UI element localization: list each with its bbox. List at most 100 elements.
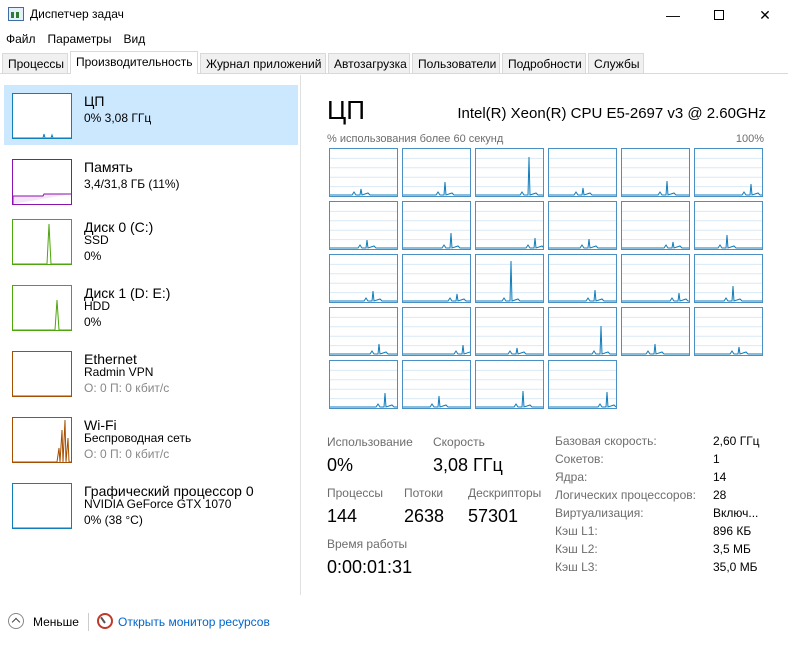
sidebar-item-value: 0%	[84, 315, 102, 329]
sidebar-item-disk-1[interactable]: Диск 1 (D: E:) HDD 0%	[4, 277, 298, 337]
tab-performance[interactable]: Производительность	[70, 51, 198, 74]
cpu-info-value: 2,60 ГГц	[713, 434, 760, 448]
speed-value: 3,08 ГГц	[433, 455, 503, 475]
window-title: Диспетчер задач	[30, 7, 124, 21]
sidebar-item-gpu-0[interactable]: Графический процессор 0 NVIDIA GeForce GT…	[4, 475, 298, 535]
cpu-info-value: 1	[713, 452, 720, 466]
cpu-info-label: Кэш L3:	[555, 560, 598, 574]
cpu-core-graph	[329, 307, 398, 356]
cpu-core-graph	[694, 148, 763, 197]
threads-label: Потоки	[404, 486, 444, 500]
resource-monitor-icon[interactable]	[97, 613, 113, 629]
cpu-core-graph	[621, 148, 690, 197]
tab-app-history[interactable]: Журнал приложений	[200, 53, 326, 73]
tab-processes[interactable]: Процессы	[2, 53, 68, 73]
tab-bar: Процессы Производительность Журнал прило…	[0, 51, 788, 74]
cpu-core-graph	[402, 254, 471, 303]
cpu-info-label: Виртуализация:	[555, 506, 644, 520]
sidebar-item-value: О: 0 П: 0 кбит/с	[84, 381, 170, 395]
open-resource-monitor-link[interactable]: Открыть монитор ресурсов	[118, 615, 270, 629]
graph-caption: % использования более 60 секунд	[327, 133, 504, 145]
sidebar-item-detail: HDD	[84, 299, 110, 313]
tab-services[interactable]: Службы	[588, 53, 644, 73]
sidebar-item-ethernet[interactable]: Ethernet Radmin VPN О: 0 П: 0 кбит/с	[4, 343, 298, 403]
tab-details[interactable]: Подробности	[502, 53, 586, 73]
cpu-core-graph	[475, 360, 544, 409]
cpu-core-graph	[621, 254, 690, 303]
sidebar-item-title: ЦП	[84, 93, 105, 109]
cpu-core-graph	[694, 201, 763, 250]
cpu-info-label: Логических процессоров:	[555, 488, 696, 502]
memory-graph-icon	[12, 159, 72, 205]
minimize-button[interactable]: —	[650, 0, 696, 30]
cpu-core-graph	[621, 201, 690, 250]
cpu-info-value: 14	[713, 470, 727, 484]
sidebar-item-title: Память	[84, 159, 133, 175]
sidebar-item-wifi[interactable]: Wi-Fi Беспроводная сеть О: 0 П: 0 кбит/с	[4, 409, 298, 469]
task-manager-icon	[8, 7, 24, 21]
cpu-info-label: Кэш L2:	[555, 542, 598, 556]
cpu-core-graph	[621, 307, 690, 356]
footer: Меньше Открыть монитор ресурсов	[0, 600, 788, 647]
menu-bar: Файл Параметры Вид	[0, 30, 151, 50]
cpu-core-graph	[329, 148, 398, 197]
processes-value: 144	[327, 506, 358, 526]
close-button[interactable]: ✕	[742, 0, 788, 30]
cpu-core-graph	[475, 201, 544, 250]
cpu-core-graph	[402, 307, 471, 356]
page-title: ЦП	[327, 95, 365, 125]
chevron-up-icon[interactable]	[8, 613, 24, 629]
cpu-core-graph	[475, 148, 544, 197]
sidebar-item-value: 0% (38 °C)	[84, 513, 143, 527]
processes-label: Процессы	[327, 486, 384, 500]
menu-file[interactable]: Файл	[0, 30, 42, 50]
sidebar-item-value: 0%	[84, 249, 102, 263]
sidebar-item-disk-0[interactable]: Диск 0 (C:) SSD 0%	[4, 211, 298, 271]
usage-value: 0%	[327, 455, 354, 475]
network-graph-icon	[12, 351, 72, 397]
fewer-details-button[interactable]: Меньше	[33, 615, 79, 629]
uptime-value: 0:00:01:31	[327, 557, 413, 577]
cpu-info-label: Базовая скорость:	[555, 434, 657, 448]
tab-startup[interactable]: Автозагрузка	[328, 53, 410, 73]
tab-users[interactable]: Пользователи	[412, 53, 500, 73]
menu-view[interactable]: Вид	[117, 30, 151, 50]
threads-value: 2638	[404, 506, 445, 526]
cpu-core-graph	[548, 360, 617, 409]
sidebar-item-detail: SSD	[84, 233, 109, 247]
cpu-core-graph	[329, 254, 398, 303]
cpu-details-panel: ЦП Intel(R) Xeon(R) CPU E5-2697 v3 @ 2.6…	[301, 75, 788, 595]
cpu-model-name: Intel(R) Xeon(R) CPU E5-2697 v3 @ 2.60GH…	[457, 105, 766, 122]
cpu-core-graph	[694, 254, 763, 303]
sidebar-item-detail: 0% 3,08 ГГц	[84, 111, 152, 125]
speed-label: Скорость	[433, 435, 485, 449]
menu-options[interactable]: Параметры	[42, 30, 118, 50]
sidebar-item-detail: 3,4/31,8 ГБ (11%)	[84, 177, 180, 191]
resource-sidebar: ЦП 0% 3,08 ГГц Память 3,4/31,8 ГБ (11%) Диск…	[0, 75, 300, 595]
maximize-button[interactable]	[696, 0, 742, 30]
cpu-core-graph	[475, 307, 544, 356]
cpu-core-graph	[402, 201, 471, 250]
cpu-core-graph	[548, 254, 617, 303]
cpu-info-label: Кэш L1:	[555, 524, 598, 538]
cpu-core-graph	[402, 360, 471, 409]
cpu-info-label: Сокетов:	[555, 452, 604, 466]
disk-graph-icon	[12, 285, 72, 331]
footer-divider	[88, 613, 89, 631]
cpu-info-value: 35,0 МБ	[713, 560, 758, 574]
sidebar-item-memory[interactable]: Память 3,4/31,8 ГБ (11%)	[4, 151, 298, 211]
uptime-label: Время работы	[327, 537, 408, 551]
cpu-core-graph	[548, 307, 617, 356]
sidebar-item-value: О: 0 П: 0 кбит/с	[84, 447, 170, 461]
network-graph-icon	[12, 417, 72, 463]
handles-label: Дескрипторы	[468, 486, 542, 500]
cpu-info-value: 28	[713, 488, 727, 502]
cpu-info-label: Ядра:	[555, 470, 588, 484]
maximize-icon	[714, 10, 724, 20]
cpu-core-graph	[475, 254, 544, 303]
usage-label: Использование	[327, 435, 413, 449]
cpu-core-graph	[402, 148, 471, 197]
gpu-graph-icon	[12, 483, 72, 529]
cpu-info-value: Включ...	[713, 506, 759, 520]
sidebar-item-cpu[interactable]: ЦП 0% 3,08 ГГц	[4, 85, 298, 145]
